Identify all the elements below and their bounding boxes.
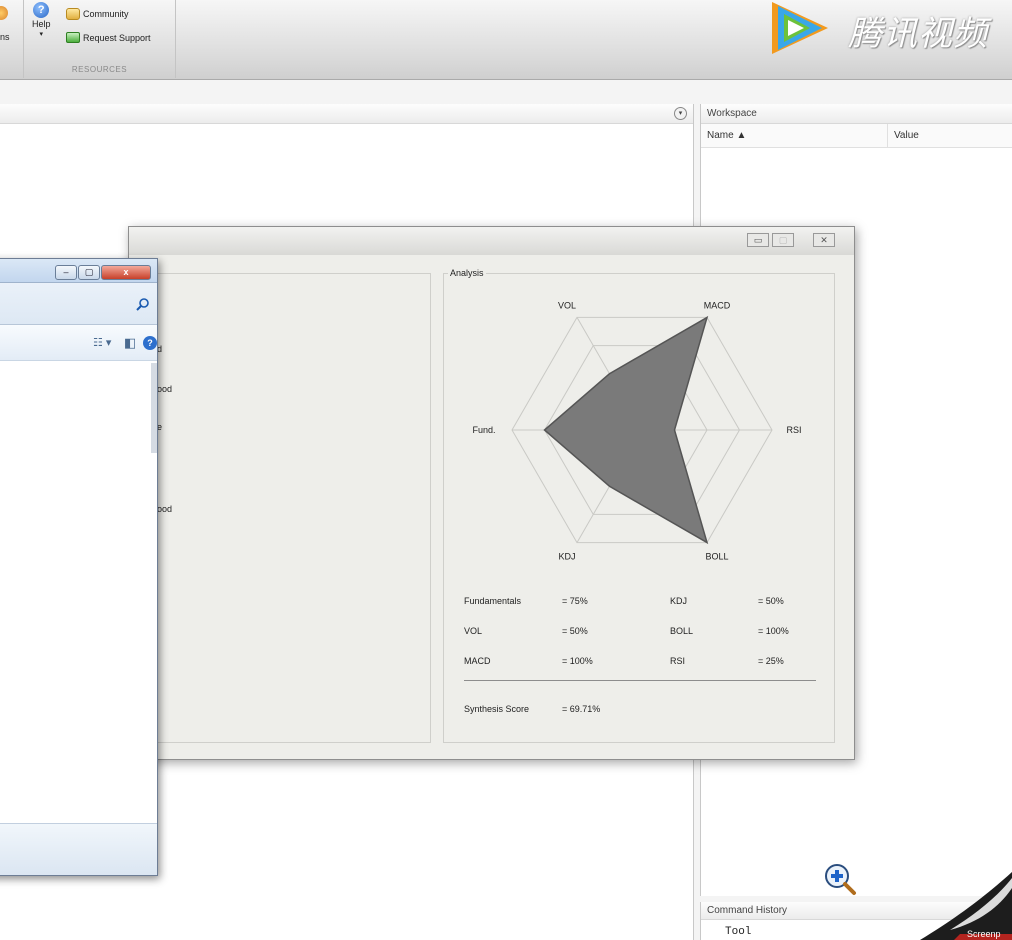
stat-label: RSI [670, 656, 686, 666]
ribbon-toolbar: ns ? Help ▾ Community Request Support RE… [0, 0, 1012, 80]
radar-axis-label: VOL [558, 300, 576, 310]
clipped-label: ood [157, 384, 173, 394]
radar-axis-label: Fund. [472, 425, 495, 435]
command-history-item[interactable]: Tool [725, 926, 751, 938]
request-support-icon [66, 32, 80, 43]
preview-pane-icon[interactable]: ◧ [124, 336, 136, 350]
file-explorer-window: – ▢ x ☷ ▾ ◧ ? [0, 258, 158, 876]
workspace-title: Workspace [701, 104, 1012, 124]
dialog-maximize-button[interactable]: ▢ [772, 233, 794, 247]
ribbon-group-clipped: ns [0, 0, 24, 78]
community-button-label: Community [83, 9, 129, 19]
help-icon[interactable]: ? [143, 336, 157, 350]
radar-axis-label: MACD [704, 300, 731, 310]
analysis-groupbox: Analysis MACD RSI BOLL KDJ Fund. VOL Fundamen… [443, 268, 835, 743]
help-icon: ? [33, 2, 50, 18]
stat-label: MACD [464, 656, 491, 666]
clipped-ribbon-icon[interactable] [0, 6, 8, 20]
radar-chart: MACD RSI BOLL KDJ Fund. VOL [472, 300, 801, 562]
stat-value: = 100% [562, 656, 593, 666]
chevron-down-icon: ▾ [39, 31, 44, 38]
synthesis-score-value: = 69.71% [562, 704, 601, 714]
workspace-column-headers: Name ▲ Value [701, 124, 1012, 148]
stat-value: = 25% [758, 656, 784, 666]
analysis-dialog-window: ▭ ▢ ✕ d ood e ood Analysis MACD RSI BOLL KD… [128, 226, 855, 760]
stat-label: BOLL [670, 626, 694, 636]
radar-axis-label: KDJ [558, 552, 575, 562]
stat-value: = 100% [758, 626, 789, 636]
analysis-group-title: Analysis [448, 268, 486, 278]
workspace-column-value[interactable]: Value [887, 124, 1012, 148]
clipped-ribbon-label[interactable]: ns [0, 32, 10, 42]
divider [464, 680, 816, 681]
stat-value: = 50% [562, 626, 588, 636]
stat-value: = 75% [562, 596, 588, 606]
view-options-icon[interactable]: ☷ ▾ [93, 336, 111, 350]
help-button[interactable]: ? Help ▾ [32, 2, 51, 38]
stat-label: VOL [464, 626, 483, 636]
explorer-close-button[interactable]: x [101, 265, 151, 280]
synthesis-score-label: Synthesis Score [464, 704, 530, 714]
editor-titlebar [0, 104, 693, 124]
community-button[interactable]: Community [66, 8, 129, 20]
dialog-titlebar[interactable]: ▭ ▢ ✕ [129, 227, 854, 255]
workspace-column-name[interactable]: Name ▲ [701, 124, 887, 148]
tencent-video-watermark: 腾讯视频 [848, 14, 988, 54]
explorer-minimize-button[interactable]: – [55, 265, 77, 280]
explorer-maximize-button[interactable]: ▢ [78, 265, 100, 280]
explorer-details-pane [0, 823, 157, 875]
request-support-button-label: Request Support [83, 32, 151, 43]
stat-label: Fundamentals [464, 596, 522, 606]
explorer-scrollbar[interactable] [151, 363, 157, 453]
explorer-address-bar[interactable] [0, 283, 157, 325]
zoom-in-icon[interactable] [823, 862, 857, 896]
dialog-left-panel: d ood e ood [139, 273, 431, 743]
community-icon [66, 8, 80, 20]
stat-value: = 50% [758, 596, 784, 606]
help-button-label: Help [32, 19, 51, 29]
request-support-button[interactable]: Request Support [66, 32, 151, 43]
radar-axis-label: BOLL [705, 552, 728, 562]
dialog-close-button[interactable]: ✕ [813, 233, 835, 247]
ribbon-group-resources: ? Help ▾ Community Request Support RESOU… [24, 0, 176, 78]
dialog-minimize-button[interactable]: ▭ [747, 233, 769, 247]
explorer-titlebar[interactable]: – ▢ x [0, 259, 157, 283]
clipped-label: ood [157, 504, 173, 514]
explorer-toolbar: ☷ ▾ ◧ ? [0, 325, 157, 361]
screen-recorder-label: Screenp [967, 929, 1001, 939]
search-icon[interactable] [135, 297, 151, 311]
stat-label: KDJ [670, 596, 688, 606]
radar-axis-label: RSI [786, 425, 801, 435]
ribbon-group-label: RESOURCES [71, 65, 128, 74]
panel-actions-icon[interactable]: ▾ [674, 107, 687, 120]
